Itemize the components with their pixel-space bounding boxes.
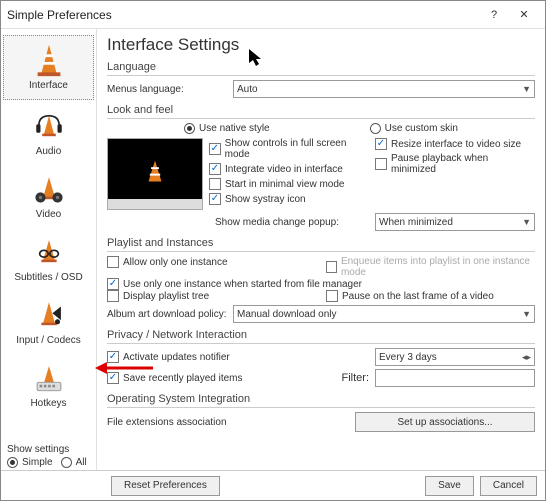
- input-cone-icon: [29, 295, 69, 335]
- filter-input[interactable]: [375, 369, 535, 387]
- stepper-icon: ◂▸: [522, 352, 531, 363]
- check-resize-interface[interactable]: Resize interface to video size: [375, 138, 535, 150]
- close-button[interactable]: ✕: [509, 4, 539, 26]
- cone-icon: [29, 40, 69, 80]
- page-title: Interface Settings: [107, 35, 535, 55]
- check-enqueue: Enqueue items into playlist in one insta…: [326, 256, 535, 278]
- preview-thumbnail: [107, 138, 203, 210]
- footer: Reset Preferences Save Cancel: [1, 470, 545, 500]
- check-systray[interactable]: Show systray icon: [209, 193, 369, 205]
- assoc-label: File extensions association: [107, 417, 349, 428]
- check-pause-minimized[interactable]: Pause playback when minimized: [375, 153, 535, 175]
- check-show-controls[interactable]: Show controls in full screen mode: [209, 138, 369, 160]
- headphones-cone-icon: [29, 106, 69, 146]
- check-pause-last[interactable]: Pause on the last frame of a video: [326, 290, 535, 302]
- cancel-button[interactable]: Cancel: [480, 476, 537, 496]
- chevron-down-icon: ▼: [522, 217, 531, 227]
- film-cone-icon: [29, 169, 69, 209]
- sidebar: Interface Audio Video Subtitles / OSD In…: [1, 29, 97, 470]
- check-minimal-view[interactable]: Start in minimal view mode: [209, 178, 369, 190]
- reset-preferences-button[interactable]: Reset Preferences: [111, 476, 220, 496]
- section-privacy: Privacy / Network Interaction: [107, 329, 535, 341]
- show-settings-group: Show settings Simple All: [7, 444, 87, 468]
- content-panel: Interface Settings Language Menus langua…: [97, 29, 545, 470]
- filter-label: Filter:: [342, 372, 370, 384]
- sidebar-item-input-codecs[interactable]: Input / Codecs: [1, 291, 96, 354]
- glasses-cone-icon: [29, 232, 69, 272]
- sidebar-item-label: Hotkeys: [30, 398, 66, 409]
- keyboard-cone-icon: [29, 358, 69, 398]
- section-look: Look and feel: [107, 104, 535, 116]
- window-title: Simple Preferences: [7, 8, 479, 22]
- titlebar: Simple Preferences ? ✕: [1, 1, 545, 29]
- chevron-down-icon: ▼: [522, 84, 531, 94]
- sidebar-item-label: Subtitles / OSD: [14, 272, 82, 283]
- section-language: Language: [107, 61, 535, 73]
- sidebar-item-subtitles[interactable]: Subtitles / OSD: [1, 228, 96, 291]
- radio-all[interactable]: All: [61, 457, 87, 468]
- radio-native-style[interactable]: Use native style: [184, 123, 270, 134]
- section-playlist: Playlist and Instances: [107, 237, 535, 249]
- sidebar-item-label: Input / Codecs: [16, 335, 80, 346]
- sidebar-item-hotkeys[interactable]: Hotkeys: [1, 354, 96, 417]
- sidebar-item-video[interactable]: Video: [1, 165, 96, 228]
- check-integrate-video[interactable]: Integrate video in interface: [209, 163, 369, 175]
- check-fm-instance[interactable]: Use only one instance when started from …: [107, 278, 535, 290]
- sidebar-item-label: Interface: [29, 80, 68, 91]
- radio-custom-skin[interactable]: Use custom skin: [370, 123, 458, 134]
- check-one-instance[interactable]: Allow only one instance: [107, 256, 316, 268]
- save-button[interactable]: Save: [425, 476, 474, 496]
- show-settings-label: Show settings: [7, 444, 87, 455]
- check-recent-items[interactable]: Save recently played items: [107, 372, 336, 384]
- setup-associations-button[interactable]: Set up associations...: [355, 412, 535, 432]
- updates-interval-select[interactable]: Every 3 days◂▸: [375, 348, 535, 366]
- check-updates[interactable]: Activate updates notifier: [107, 351, 369, 363]
- chevron-down-icon: ▼: [522, 309, 531, 319]
- radio-simple[interactable]: Simple: [7, 457, 53, 468]
- menus-language-select[interactable]: Auto▼: [233, 80, 535, 98]
- main-area: Interface Audio Video Subtitles / OSD In…: [1, 29, 545, 470]
- sidebar-item-label: Video: [36, 209, 61, 220]
- popup-select[interactable]: When minimized▼: [375, 213, 535, 231]
- check-playlist-tree[interactable]: Display playlist tree: [107, 290, 316, 302]
- section-os: Operating System Integration: [107, 393, 535, 405]
- popup-label: Show media change popup:: [215, 217, 369, 228]
- album-art-label: Album art download policy:: [107, 309, 227, 320]
- album-art-select[interactable]: Manual download only▼: [233, 305, 535, 323]
- help-button[interactable]: ?: [479, 4, 509, 26]
- sidebar-item-label: Audio: [36, 146, 62, 157]
- sidebar-item-interface[interactable]: Interface: [3, 35, 94, 100]
- menus-language-label: Menus language:: [107, 84, 227, 95]
- sidebar-item-audio[interactable]: Audio: [1, 102, 96, 165]
